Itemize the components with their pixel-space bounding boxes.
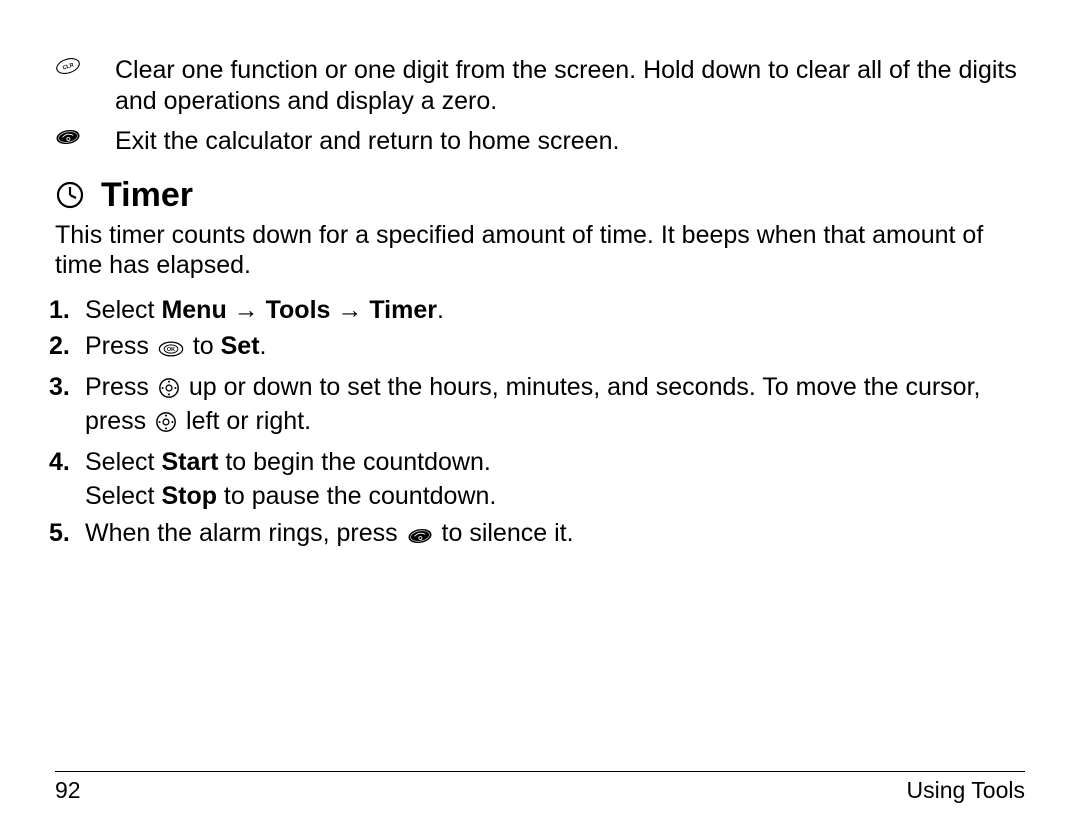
- menu-path-part: Menu: [161, 296, 226, 324]
- key-description-row: Exit the calculator and return to home s…: [55, 126, 1025, 157]
- end-key-icon: [55, 128, 81, 146]
- step-text: Press: [85, 332, 156, 360]
- step-text: Press: [85, 373, 156, 401]
- page-number: 92: [55, 776, 81, 804]
- heading-icon-cell: [55, 180, 101, 210]
- period: .: [437, 296, 444, 324]
- section-name: Using Tools: [907, 776, 1025, 804]
- bold-word: Stop: [161, 482, 217, 510]
- arrow-icon: →: [337, 296, 362, 324]
- page-footer: 92 Using Tools: [55, 771, 1025, 804]
- key-description-text: Clear one function or one digit from the…: [115, 55, 1025, 116]
- step-text: Select: [85, 296, 161, 324]
- step-item: Press up or down to set the hours, minut…: [79, 372, 1025, 441]
- manual-page: CLR Clear one function or one digit from…: [0, 0, 1080, 834]
- step-text: Select: [85, 482, 161, 510]
- bold-word: Start: [161, 448, 218, 476]
- steps-list: Select Menu → Tools → Timer. Press OK to…: [79, 295, 1025, 553]
- nav-key-icon: [155, 410, 177, 441]
- ok-key-icon: OK: [158, 335, 184, 366]
- svg-text:OK: OK: [167, 348, 175, 354]
- step-item: Press OK to Set.: [79, 331, 1025, 366]
- section-heading-row: Timer: [55, 175, 1025, 216]
- step-text: Select: [85, 448, 161, 476]
- step-text: to: [193, 332, 221, 360]
- section-intro: This timer counts down for a specified a…: [55, 220, 1025, 281]
- key-description-text: Exit the calculator and return to home s…: [115, 126, 1025, 157]
- arrow-icon: →: [234, 296, 259, 324]
- clr-key-icon: CLR: [55, 57, 81, 75]
- key-description-row: CLR Clear one function or one digit from…: [55, 55, 1025, 116]
- svg-text:CLR: CLR: [62, 62, 75, 71]
- step-item: When the alarm rings, press to silence i…: [79, 518, 1025, 553]
- step-text: When the alarm rings, press: [85, 519, 405, 547]
- step-text: to pause the countdown.: [217, 482, 496, 510]
- step-text: to begin the countdown.: [218, 448, 490, 476]
- end-key-icon: [407, 522, 433, 553]
- menu-path-part: Tools: [266, 296, 331, 324]
- bold-word: Set: [221, 332, 260, 360]
- section-heading: Timer: [101, 175, 193, 216]
- nav-key-icon: [158, 376, 180, 407]
- icon-cell: [55, 126, 115, 146]
- step-text: to silence it.: [442, 519, 574, 547]
- step-item: Select Menu → Tools → Timer.: [79, 295, 1025, 326]
- period: .: [260, 332, 267, 360]
- timer-icon: [55, 180, 85, 210]
- icon-cell: CLR: [55, 55, 115, 75]
- step-item: Select Start to begin the countdown. Sel…: [79, 447, 1025, 512]
- menu-path-part: Timer: [369, 296, 437, 324]
- step-text: left or right.: [186, 407, 311, 435]
